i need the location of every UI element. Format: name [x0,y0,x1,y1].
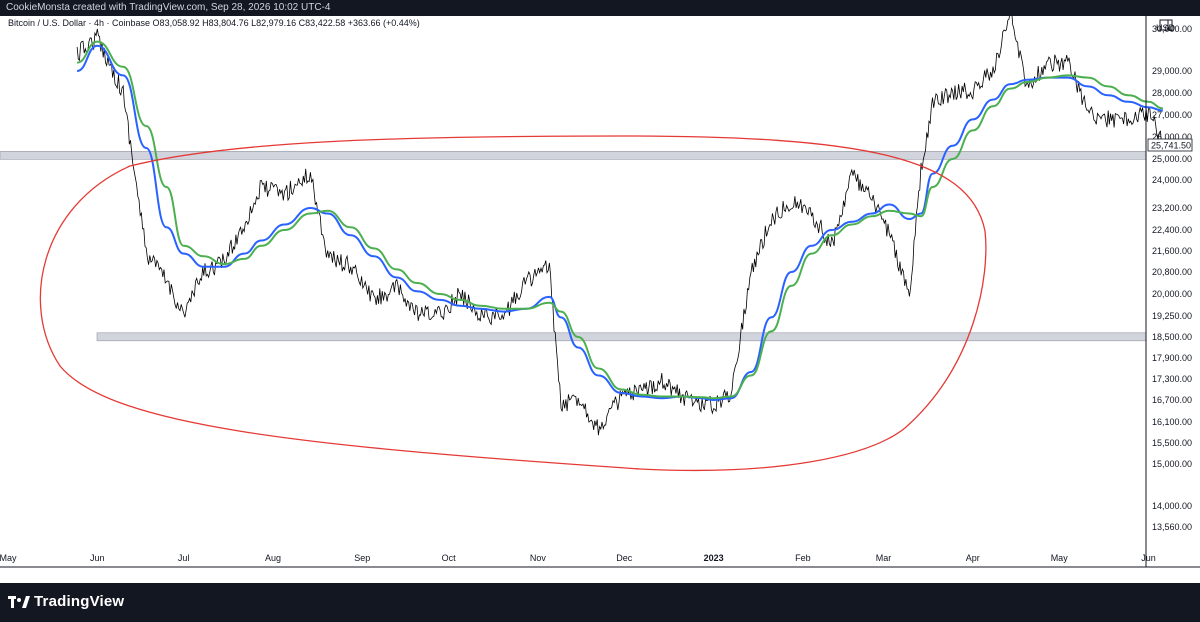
y-tick-label: 15,000.00 [1152,459,1192,469]
attribution-bar: CookieMonsta created with TradingView.co… [0,0,1200,16]
y-tick-label: 19,250.00 [1152,311,1192,321]
x-tick-label: Oct [442,553,457,563]
zone-rect [96,332,1147,342]
y-tick-label: 17,900.00 [1152,353,1192,363]
y-tick-label: 22,400.00 [1152,225,1192,235]
x-tick-label: Mar [876,553,892,563]
x-tick-label: Jul [178,553,190,563]
y-tick-label: 24,000.00 [1152,175,1192,185]
last-price-tag: 25,741.50 [1147,138,1193,152]
legend: Bitcoin / U.S. Dollar · 4h · Coinbase O8… [8,18,420,28]
x-tick-label: Apr [966,553,980,563]
last-price-label: 25,741.50 [1151,141,1191,151]
plot-area[interactable] [0,16,1146,567]
tradingview-icon [8,596,30,609]
y-tick-label: 13,560.00 [1152,522,1192,532]
x-tick-label: May [0,553,17,563]
x-tick-label: May [1051,553,1069,563]
y-tick-label: 27,000.00 [1152,110,1192,120]
brand-name: TradingView [34,593,125,610]
footer-bar: TradingView [0,583,1200,622]
y-tick-label: 23,200.00 [1152,203,1192,213]
y-tick-label: 29,000.00 [1152,66,1192,76]
price-chart[interactable]: 30,000.0029,000.0028,000.0027,000.0026,0… [0,16,1200,583]
y-tick-label: 15,500.00 [1152,438,1192,448]
y-tick-label: 14,000.00 [1152,501,1192,511]
y-axis-ticks[interactable]: 30,000.0029,000.0028,000.0027,000.0026,0… [1152,24,1192,532]
y-tick-label: 17,300.00 [1152,374,1192,384]
attribution-text: CookieMonsta created with TradingView.co… [6,2,331,13]
x-tick-label: Nov [530,553,547,563]
y-tick-label: 21,600.00 [1152,246,1192,256]
x-tick-label: 2023 [704,553,724,563]
y-tick-label: 16,700.00 [1152,395,1192,405]
x-tick-label: Dec [616,553,633,563]
y-tick-label: 18,500.00 [1152,332,1192,342]
y-tick-label: 20,000.00 [1152,289,1192,299]
x-tick-label: Aug [265,553,281,563]
y-tick-label: 20,800.00 [1152,267,1192,277]
x-tick-label: Jun [1141,553,1156,563]
currency-label: USD [1156,23,1176,33]
zone-rect [0,151,1147,160]
tradingview-logo[interactable]: TradingView [8,593,124,610]
legend-text: Bitcoin / U.S. Dollar · 4h · Coinbase O8… [8,18,420,28]
y-tick-label: 28,000.00 [1152,88,1192,98]
x-tick-label: Sep [354,553,370,563]
x-tick-label: Feb [795,553,811,563]
y-tick-label: 25,000.00 [1152,154,1192,164]
x-tick-label: Jun [90,553,105,563]
y-tick-label: 16,100.00 [1152,417,1192,427]
